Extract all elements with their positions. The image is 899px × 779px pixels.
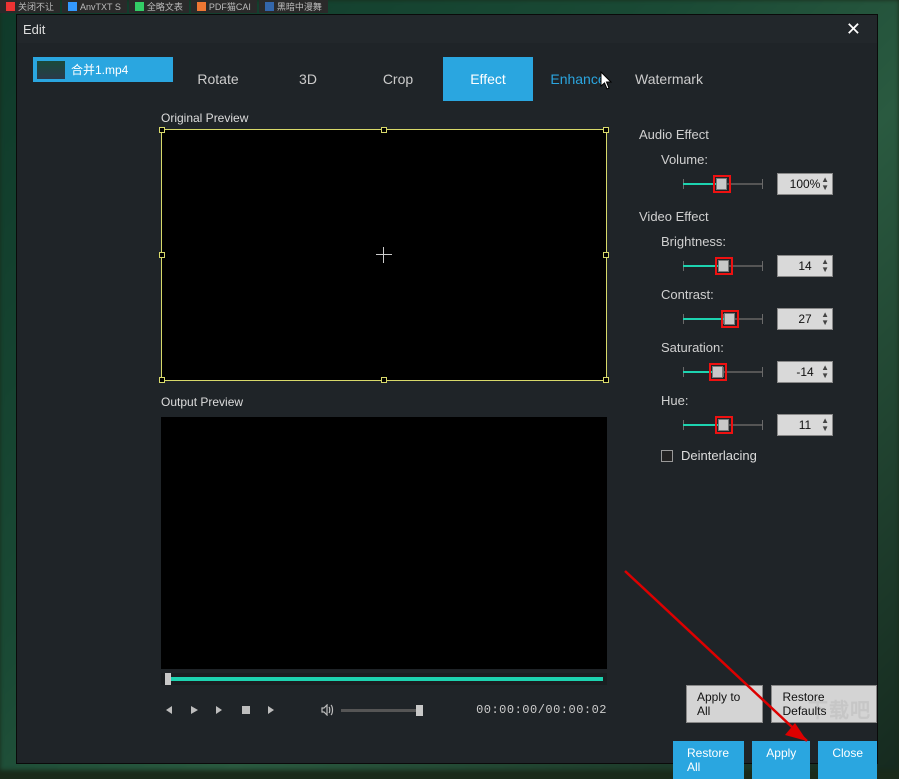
cursor-icon	[600, 71, 614, 91]
crop-handle-tl[interactable]	[159, 127, 165, 133]
restore-all-button[interactable]: Restore All	[673, 741, 744, 779]
crop-handle-tr[interactable]	[603, 127, 609, 133]
output-preview-area	[161, 417, 607, 669]
stop-button[interactable]	[239, 703, 253, 717]
highlight-box	[713, 175, 731, 193]
apply-to-all-button[interactable]: Apply to All	[686, 685, 763, 723]
contrast-label: Contrast:	[661, 287, 879, 302]
crop-handle-bl[interactable]	[159, 377, 165, 383]
effect-tabs: Rotate 3D Crop Effect Enhance Watermark	[173, 57, 895, 101]
crop-handle-tm[interactable]	[381, 127, 387, 133]
deinterlacing-label: Deinterlacing	[681, 448, 757, 463]
browser-tabs-row: 关闭不让 AnvTXT S 全略文表 PDF猫CAI 黑暗中漫舞	[0, 0, 899, 13]
output-preview-label: Output Preview	[159, 389, 619, 413]
effect-panel: Audio Effect Volume: 100%▲▼ Video Effect…	[619, 101, 879, 463]
timeline[interactable]	[161, 673, 607, 685]
watermark-text: 下载吧	[808, 694, 871, 723]
tab-effect[interactable]: Effect	[443, 57, 533, 101]
saturation-slider[interactable]	[683, 363, 763, 381]
highlight-box	[721, 310, 739, 328]
contrast-slider[interactable]	[683, 310, 763, 328]
crop-handle-mr[interactable]	[603, 252, 609, 258]
apply-button[interactable]: Apply	[752, 741, 810, 779]
playback-controls: 00:00:00/00:00:02	[161, 703, 607, 717]
tab-3d[interactable]: 3D	[263, 57, 353, 101]
edit-dialog: Edit ✕ 合并1.mp4 Rotate 3D Crop Effect Enh…	[16, 14, 878, 764]
deinterlacing-checkbox[interactable]	[661, 450, 673, 462]
close-button[interactable]: Close	[818, 741, 877, 779]
audio-effect-label: Audio Effect	[639, 127, 879, 142]
crop-handle-br[interactable]	[603, 377, 609, 383]
saturation-label: Saturation:	[661, 340, 879, 355]
play-button[interactable]	[187, 703, 201, 717]
highlight-box	[715, 257, 733, 275]
brightness-value-input[interactable]: 14▲▼	[777, 255, 833, 277]
volume-value-input[interactable]: 100%▲▼	[777, 173, 833, 195]
file-name-label: 合并1.mp4	[71, 61, 128, 78]
volume-slider[interactable]	[341, 709, 423, 712]
volume-slider-effect[interactable]	[683, 175, 763, 193]
file-thumbnail-image	[37, 61, 65, 79]
file-thumb[interactable]: 合并1.mp4	[33, 57, 173, 82]
volume-icon[interactable]	[321, 703, 335, 717]
saturation-value-input[interactable]: -14▲▼	[777, 361, 833, 383]
brightness-slider[interactable]	[683, 257, 763, 275]
highlight-box	[709, 363, 727, 381]
tab-watermark[interactable]: Watermark	[623, 57, 715, 101]
tab-crop[interactable]: Crop	[353, 57, 443, 101]
crop-handle-ml[interactable]	[159, 252, 165, 258]
timeline-playhead[interactable]	[165, 673, 171, 685]
video-effect-label: Video Effect	[639, 209, 879, 224]
original-preview-area[interactable]	[161, 129, 607, 381]
brightness-label: Brightness:	[661, 234, 879, 249]
prev-frame-button[interactable]	[161, 703, 175, 717]
original-preview-label: Original Preview	[159, 105, 619, 129]
contrast-value-input[interactable]: 27▲▼	[777, 308, 833, 330]
volume-slider-thumb[interactable]	[416, 705, 423, 716]
close-icon[interactable]: ✕	[838, 17, 869, 42]
next-frame-button[interactable]	[213, 703, 227, 717]
volume-label: Volume:	[661, 152, 879, 167]
end-button[interactable]	[265, 703, 279, 717]
hue-label: Hue:	[661, 393, 879, 408]
crop-handle-bm[interactable]	[381, 377, 387, 383]
titlebar: Edit ✕	[17, 15, 877, 43]
highlight-box	[715, 416, 733, 434]
hue-value-input[interactable]: 11▲▼	[777, 414, 833, 436]
dialog-title: Edit	[23, 22, 45, 37]
hue-slider[interactable]	[683, 416, 763, 434]
tab-rotate[interactable]: Rotate	[173, 57, 263, 101]
time-display: 00:00:00/00:00:02	[476, 703, 607, 717]
crosshair-icon	[376, 247, 392, 263]
annotation-arrow-icon	[617, 563, 847, 763]
